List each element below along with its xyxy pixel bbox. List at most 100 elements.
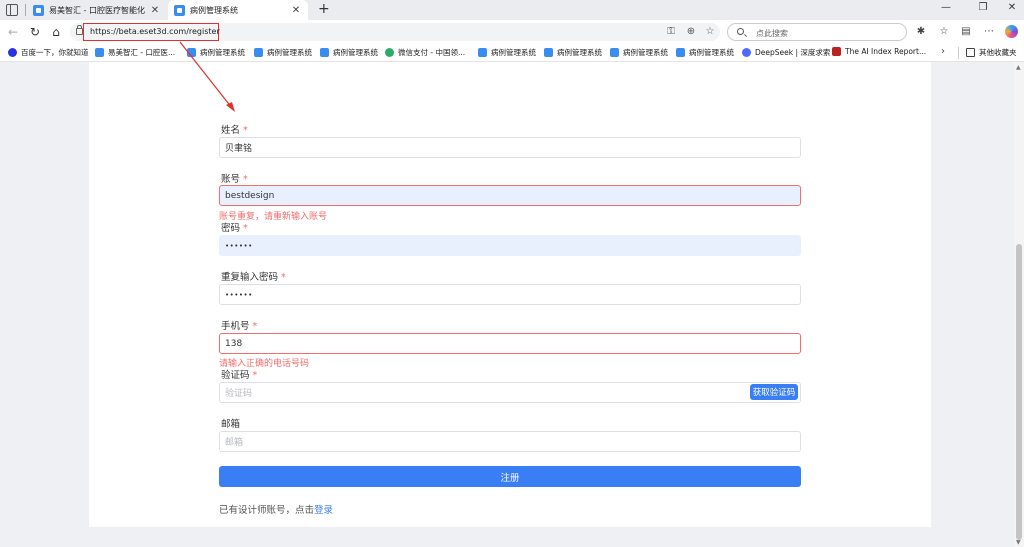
- url-text[interactable]: https://beta.eset3d.com/register: [90, 27, 220, 36]
- window-close-icon[interactable]: ✕: [1002, 2, 1022, 13]
- minimize-icon[interactable]: —: [936, 2, 956, 13]
- code-label: 验证码 *: [221, 370, 258, 381]
- refresh-icon[interactable]: ↻: [28, 25, 42, 39]
- other-bookmarks[interactable]: 其他收藏夹: [966, 47, 1017, 58]
- site-icon: [187, 48, 196, 57]
- bookmark-label: 病例管理系统: [267, 48, 312, 57]
- scroll-down-icon[interactable]: ▼: [1016, 539, 1021, 546]
- required-mark: *: [281, 272, 286, 283]
- login-link[interactable]: 登录: [314, 505, 333, 516]
- favorites-icon[interactable]: ☆: [938, 26, 950, 38]
- email-placeholder: 邮箱: [225, 438, 244, 448]
- site-icon: [610, 48, 619, 57]
- key-icon[interactable]: ⚿: [665, 26, 677, 38]
- ai-index-icon: [832, 47, 841, 56]
- home-icon[interactable]: ⌂: [49, 25, 63, 39]
- tab-case-management[interactable]: 病例管理系统 ✕: [168, 0, 308, 20]
- site-icon: [676, 48, 685, 57]
- more-menu-icon[interactable]: ⋯: [983, 26, 995, 38]
- search-icon: [737, 28, 744, 35]
- name-label: 姓名 *: [221, 125, 248, 136]
- bookmark-item[interactable]: 病例管理系统: [676, 47, 734, 58]
- tab-title: 易美智汇 - 口腔医疗智能化: [49, 5, 145, 15]
- password-label: 密码 *: [221, 223, 248, 234]
- account-value: bestdesign: [225, 190, 275, 201]
- phone-field[interactable]: 138: [219, 333, 801, 354]
- email-label: 邮箱: [221, 419, 241, 430]
- bookmark-label: 易美智汇 - 口腔医...: [108, 48, 176, 57]
- site-icon: [95, 48, 104, 57]
- site-icon: [478, 48, 487, 57]
- site-favicon-icon: [33, 4, 44, 16]
- bookmark-label: 病例管理系统: [491, 48, 536, 57]
- baidu-icon: [8, 48, 17, 57]
- bookmark-label: 病例管理系统: [557, 48, 602, 57]
- name-value: 贝聿铭: [225, 144, 253, 154]
- collections-icon[interactable]: ▤: [960, 26, 972, 38]
- favorite-star-icon[interactable]: ☆: [704, 26, 716, 38]
- copilot-icon[interactable]: [1005, 25, 1018, 38]
- new-tab-icon[interactable]: +: [318, 1, 330, 17]
- close-icon[interactable]: ✕: [149, 5, 161, 16]
- account-label: 账号 *: [221, 174, 248, 185]
- search-placeholder: 点此搜索: [756, 29, 788, 38]
- code-placeholder: 验证码: [225, 389, 253, 399]
- sidebar-toggle-icon[interactable]: [6, 4, 18, 16]
- bookmark-label: The AI Index Report...: [845, 47, 927, 56]
- bookmark-item[interactable]: 病例管理系统: [254, 47, 312, 58]
- password-value: ••••••: [225, 241, 253, 250]
- bookmark-item[interactable]: The AI Index Report...: [832, 47, 926, 56]
- bookmark-item[interactable]: DeepSeek | 深度求索: [742, 47, 830, 58]
- bookmark-label: DeepSeek | 深度求索: [755, 48, 831, 57]
- search-input[interactable]: 点此搜索: [727, 23, 907, 41]
- confirm-password-label: 重复输入密码 *: [221, 272, 286, 283]
- account-field[interactable]: bestdesign: [219, 185, 801, 206]
- tab-title: 病例管理系统: [190, 5, 238, 15]
- bookmark-label: 其他收藏夹: [979, 48, 1017, 57]
- bookmark-item[interactable]: 微信支付 - 中国领...: [385, 47, 465, 58]
- wechat-icon: [385, 48, 394, 57]
- phone-value: 138: [225, 338, 243, 349]
- password-field[interactable]: ••••••: [219, 235, 801, 256]
- phone-label: 手机号 *: [221, 321, 258, 332]
- required-mark: *: [243, 174, 248, 185]
- close-icon[interactable]: ✕: [290, 5, 302, 16]
- folder-icon: [966, 48, 975, 57]
- scroll-up-icon[interactable]: ▲: [1016, 64, 1021, 71]
- lock-icon[interactable]: [76, 25, 83, 35]
- bookmark-item[interactable]: 百度一下，你就知道: [8, 47, 89, 58]
- bookmark-label: 病例管理系统: [689, 48, 734, 57]
- bookmark-item[interactable]: 病例管理系统: [187, 47, 245, 58]
- confirm-password-field[interactable]: ••••••: [219, 284, 801, 305]
- bookmark-item[interactable]: 病例管理系统: [610, 47, 668, 58]
- bookmark-divider: [958, 47, 959, 59]
- restore-icon[interactable]: ❐: [973, 2, 993, 13]
- required-mark: *: [243, 125, 248, 136]
- tab-divider: [25, 4, 26, 16]
- bookmark-item[interactable]: 易美智汇 - 口腔医...: [95, 47, 175, 58]
- site-icon: [320, 48, 329, 57]
- site-icon: [254, 48, 263, 57]
- back-arrow-icon[interactable]: ←: [6, 25, 20, 39]
- chevron-right-icon[interactable]: ›: [941, 46, 945, 57]
- code-field[interactable]: 验证码: [219, 382, 801, 403]
- site-favicon-icon: [174, 4, 185, 16]
- extensions-icon[interactable]: ✱: [915, 26, 927, 38]
- tab-yimei[interactable]: 易美智汇 - 口腔医疗智能化 ✕: [27, 0, 167, 20]
- email-field[interactable]: 邮箱: [219, 431, 801, 452]
- scrollbar-thumb[interactable]: [1016, 244, 1022, 540]
- bookmark-item[interactable]: 病例管理系统: [478, 47, 536, 58]
- name-field[interactable]: 贝聿铭: [219, 137, 801, 158]
- confirm-password-value: ••••••: [225, 290, 253, 299]
- login-prompt-text: 已有设计师账号，点击: [219, 505, 315, 516]
- bookmark-item[interactable]: 病例管理系统: [544, 47, 602, 58]
- bookmark-item[interactable]: 病例管理系统: [320, 47, 378, 58]
- zoom-icon[interactable]: ⊕: [685, 26, 697, 38]
- login-prompt: 已有设计师账号，点击登录: [219, 502, 333, 516]
- get-code-button[interactable]: 获取验证码: [750, 384, 798, 400]
- site-icon: [544, 48, 553, 57]
- register-button[interactable]: 注册: [219, 466, 801, 487]
- bookmark-label: 病例管理系统: [333, 48, 378, 57]
- tab-strip: 易美智汇 - 口腔医疗智能化 ✕ 病例管理系统 ✕ + — ❐ ✕: [0, 0, 1024, 20]
- required-mark: *: [243, 223, 248, 234]
